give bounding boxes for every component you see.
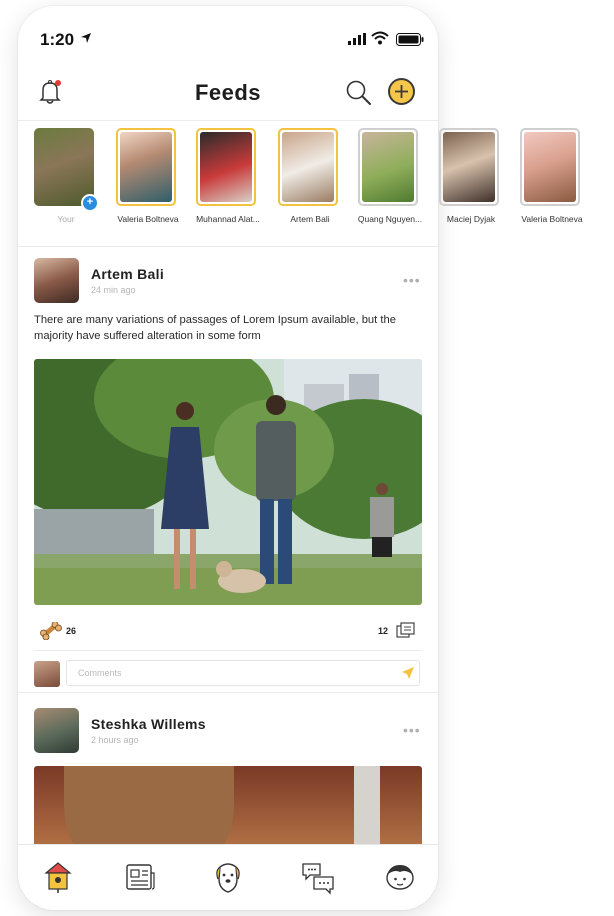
- story-valeria[interactable]: Valeria Boltneva: [116, 128, 182, 224]
- page-title: Feeds: [194, 80, 262, 105]
- story-valeria-2[interactable]: Valeria Boltneva: [520, 128, 586, 224]
- story-name: Muhannad Alat...: [196, 214, 260, 224]
- comments-button[interactable]: [396, 622, 416, 645]
- search-button[interactable]: [345, 79, 373, 112]
- post-author[interactable]: Steshka Willems: [91, 716, 206, 732]
- story-thumb: [439, 128, 499, 206]
- send-icon[interactable]: [401, 666, 415, 680]
- post-actions: 26 12: [34, 621, 422, 645]
- comment-count: 12: [378, 626, 389, 636]
- tab-messages[interactable]: [300, 859, 336, 895]
- divider: [34, 650, 422, 651]
- post-time: 24 min ago: [91, 285, 136, 295]
- bone-icon: [40, 621, 62, 641]
- story-name: Your: [57, 214, 75, 224]
- more-options-button[interactable]: •••: [403, 722, 421, 738]
- post-time: 2 hours ago: [91, 735, 139, 745]
- story-name: Maciej Dyjak: [446, 214, 496, 224]
- post-author[interactable]: Artem Bali: [91, 266, 164, 282]
- tab-profile[interactable]: [382, 859, 418, 895]
- signal-icon: [348, 33, 366, 45]
- story-thumb: [116, 128, 176, 206]
- story-muhannad[interactable]: Muhannad Alat...: [196, 128, 262, 224]
- search-icon: [346, 80, 371, 105]
- avatar[interactable]: [34, 708, 79, 753]
- divider: [18, 692, 438, 693]
- wifi-icon: [371, 31, 389, 45]
- add-post-button[interactable]: [388, 78, 415, 105]
- story-thumb: [358, 128, 418, 206]
- story-name: Valeria Boltneva: [117, 214, 179, 224]
- avatar: [34, 661, 60, 687]
- comments-icon: [396, 622, 415, 638]
- chat-bubbles-icon: [302, 863, 334, 895]
- story-quang[interactable]: Quang Nguyen...: [358, 128, 424, 224]
- story-name: Valeria Boltneva: [521, 214, 583, 224]
- story-own[interactable]: + Your: [34, 128, 100, 224]
- user-face-icon: [386, 865, 414, 890]
- battery-icon: [396, 33, 424, 46]
- status-bar: 1:20: [18, 6, 438, 70]
- story-name: Artem Bali: [290, 214, 330, 224]
- status-time: 1:20: [40, 30, 75, 49]
- park-photo: [34, 359, 422, 605]
- location-arrow-icon: [81, 33, 91, 43]
- story-thumb: [520, 128, 580, 206]
- story-maciej[interactable]: Maciej Dyjak: [439, 128, 505, 224]
- comment-row: Comments: [34, 660, 422, 688]
- plus-icon: [395, 85, 408, 98]
- birdhouse-icon: [44, 862, 72, 893]
- avatar[interactable]: [34, 258, 79, 303]
- comment-input[interactable]: Comments: [66, 660, 420, 686]
- comment-placeholder: Comments: [78, 668, 122, 678]
- story-thumb: [278, 128, 338, 206]
- story-name: Quang Nguyen...: [357, 214, 423, 224]
- stories-row: + Your Valeria Boltneva Muhannad Alat...…: [18, 114, 614, 244]
- add-story-icon[interactable]: +: [81, 194, 99, 212]
- tab-home[interactable]: [40, 859, 76, 895]
- story-artem[interactable]: Artem Bali: [278, 128, 344, 224]
- tab-bar: [18, 844, 438, 910]
- dog-icon: [216, 863, 240, 893]
- tab-news[interactable]: [122, 859, 158, 895]
- newspaper-icon: [126, 864, 155, 890]
- post-text: There are many variations of passages of…: [34, 314, 396, 342]
- more-options-button[interactable]: •••: [403, 272, 421, 288]
- divider: [18, 246, 438, 247]
- post-image[interactable]: [34, 359, 422, 605]
- story-thumb: [196, 128, 256, 206]
- like-count: 26: [66, 626, 77, 636]
- tab-pets[interactable]: [210, 859, 246, 895]
- like-button[interactable]: [40, 621, 62, 645]
